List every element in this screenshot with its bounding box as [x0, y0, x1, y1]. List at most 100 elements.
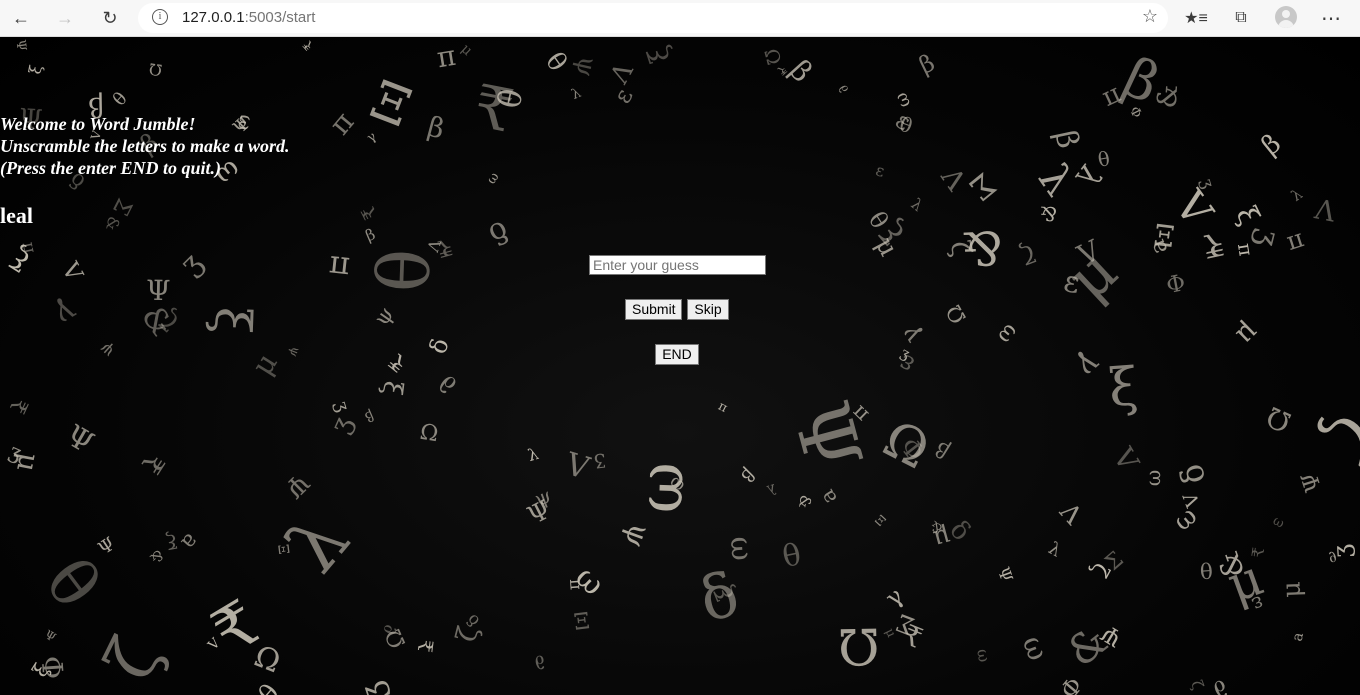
welcome-line-3: (Press the enter END to quit.): [0, 158, 222, 178]
background-glyph: λ: [1044, 538, 1064, 562]
favorites-icon[interactable]: ★≡: [1183, 5, 1209, 31]
background-glyph: ε: [1060, 263, 1083, 301]
guess-input[interactable]: [589, 255, 766, 275]
background-glyph: ξ: [27, 658, 55, 681]
background-glyph: μ: [1220, 548, 1271, 614]
background-glyph: δ: [1173, 460, 1213, 489]
background-glyph: β: [914, 48, 939, 80]
background-glyph: Ψ: [145, 273, 171, 308]
background-glyph: λ: [569, 85, 584, 104]
background-glyph: ψ: [618, 519, 658, 553]
background-glyph: ψ: [286, 345, 304, 360]
background-glyph: μ: [1054, 235, 1132, 314]
background-glyph: λ: [525, 444, 541, 466]
background-glyph: θ: [778, 533, 804, 572]
background-glyph: π: [434, 38, 458, 75]
skip-button[interactable]: Skip: [687, 299, 729, 320]
forward-icon[interactable]: →: [52, 5, 78, 31]
favorite-star-icon[interactable]: ☆: [1142, 6, 1158, 27]
background-glyph: ω: [622, 460, 698, 515]
more-icon[interactable]: ⋯: [1318, 5, 1344, 31]
background-glyph: ω: [724, 535, 761, 562]
background-glyph: ₹: [774, 62, 790, 78]
background-glyph: Ξ: [572, 608, 592, 636]
welcome-line-1: Welcome to Word Jumble!: [0, 114, 196, 134]
background-glyph: δ: [423, 334, 455, 358]
url-text[interactable]: 127.0.0.1:5003/start: [182, 9, 315, 26]
background-glyph: Ψ: [993, 564, 1017, 585]
background-glyph: ε: [607, 83, 639, 108]
background-glyph: Ω: [417, 420, 440, 448]
background-glyph: β: [735, 464, 758, 486]
background-glyph: Λ: [562, 443, 595, 485]
background-glyph: β: [783, 52, 820, 89]
background-glyph: Ω: [940, 301, 972, 329]
background-glyph: λ: [764, 479, 778, 498]
background-glyph: Ψ: [1097, 618, 1128, 652]
background-glyph: ₹: [1199, 223, 1228, 266]
background-glyph: ε: [1248, 590, 1268, 617]
background-glyph: Ω: [837, 616, 880, 675]
profile-avatar[interactable]: [1275, 6, 1297, 28]
background-glyph: μ: [882, 625, 900, 640]
background-glyph: ʒ: [1248, 225, 1287, 251]
background-glyph: π: [1098, 80, 1127, 115]
background-glyph: Ψ: [1295, 468, 1327, 495]
background-glyph: θ: [1199, 559, 1214, 586]
background-glyph: ∂: [1206, 672, 1235, 695]
background-glyph: ₹: [4, 394, 33, 418]
background-glyph: ʒ: [330, 398, 354, 415]
background-glyph: γ: [1069, 345, 1108, 385]
background-glyph: μ: [1275, 580, 1306, 599]
welcome-line-2: Unscramble the letters to make a word.: [0, 136, 290, 156]
background-glyph: Σ: [892, 607, 919, 641]
collections-icon[interactable]: ⧉: [1228, 5, 1254, 31]
background-glyph: a: [175, 528, 203, 556]
background-glyph: Λ: [1108, 441, 1147, 476]
end-button[interactable]: END: [655, 344, 699, 365]
background-glyph: ∂: [530, 650, 550, 677]
background-glyph: ʒ: [352, 678, 393, 695]
background-glyph: ₹: [898, 617, 928, 655]
background-glyph: θ: [362, 247, 448, 294]
submit-button[interactable]: Submit: [625, 299, 682, 320]
background-glyph: Ω: [1261, 399, 1296, 439]
background-glyph: μ: [10, 450, 47, 476]
background-glyph: γ: [893, 321, 927, 349]
background-glyph: Λ: [1177, 490, 1203, 511]
background-glyph: δ: [462, 610, 484, 631]
background-glyph: ₹: [200, 585, 273, 670]
background-glyph: π: [715, 397, 730, 415]
background-glyph: ω: [1167, 500, 1203, 537]
background-glyph: ω: [1140, 469, 1166, 487]
background-glyph: ₹: [412, 638, 439, 654]
background-glyph: Ψ: [522, 493, 556, 531]
background-glyph: δ: [943, 514, 977, 547]
background-glyph: ζ: [1085, 558, 1114, 582]
background-glyph: ω: [1269, 512, 1287, 532]
background-glyph: ₹: [384, 347, 412, 377]
background-glyph: Ξ: [872, 512, 890, 530]
background-glyph: ₹: [133, 447, 172, 480]
background-glyph: γ: [879, 581, 909, 613]
background-glyph: π: [1233, 241, 1258, 258]
background-glyph: Ψ: [278, 466, 316, 504]
background-glyph: Ω: [381, 625, 412, 653]
background-glyph: ζ: [1016, 238, 1039, 270]
background-glyph: &: [1210, 547, 1252, 584]
site-info-icon[interactable]: i: [152, 9, 168, 25]
background-glyph: β: [362, 407, 377, 426]
background-glyph: ʒ: [324, 411, 360, 439]
background-glyph: ψ: [95, 339, 118, 363]
background-glyph: π: [17, 240, 40, 256]
background-glyph: ∂: [378, 623, 402, 637]
background-glyph: Ω: [874, 409, 939, 482]
address-bar[interactable]: i 127.0.0.1:5003/start ☆: [138, 3, 1168, 33]
background-glyph: Ω: [147, 59, 164, 80]
background-glyph: β: [930, 436, 954, 464]
background-glyph: Λ: [204, 633, 223, 652]
back-icon[interactable]: ←: [8, 5, 34, 31]
background-glyph: &: [1151, 83, 1185, 110]
refresh-icon[interactable]: ↻: [97, 5, 123, 31]
background-glyph: ʒ: [1326, 543, 1356, 559]
